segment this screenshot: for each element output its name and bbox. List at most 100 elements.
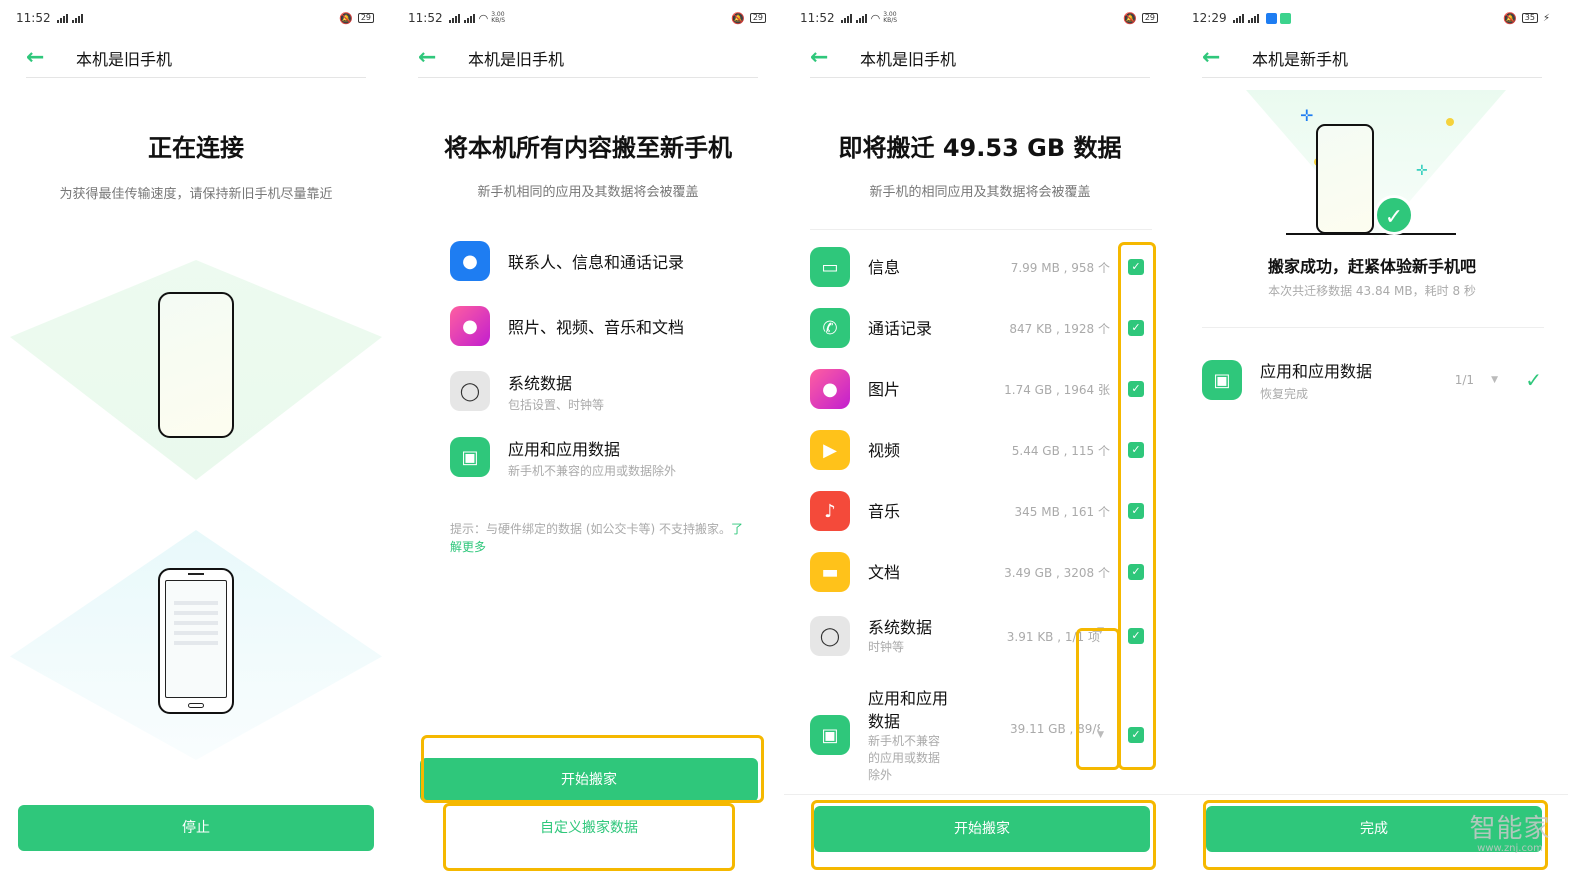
phone-icon: ✆ bbox=[810, 308, 850, 348]
new-phone-illustration bbox=[158, 568, 234, 714]
contact-icon: ● bbox=[450, 241, 490, 281]
highlight-box bbox=[1076, 628, 1120, 770]
network-speed: 3.00 KB/S bbox=[883, 11, 898, 24]
divider bbox=[1202, 327, 1544, 328]
highlight-box bbox=[443, 803, 735, 871]
success-title: 搬家成功，赶紧体验新手机吧 bbox=[1267, 257, 1476, 276]
hint-text: 提示：与硬件绑定的数据 (如公交卡等) 不支持搬家。了解更多 bbox=[450, 520, 744, 556]
chevron-down-icon[interactable]: ▼ bbox=[1491, 375, 1498, 385]
battery-icon: 29 bbox=[1141, 13, 1158, 23]
success-subtitle: 本次共迁移数据 43.84 MB，耗时 8 秒 bbox=[1268, 284, 1476, 298]
page-subtitle: 新手机的相同应用及其数据将会被覆盖 bbox=[869, 185, 1091, 200]
video-icon: ▶ bbox=[810, 430, 850, 470]
back-arrow-icon[interactable]: ← bbox=[810, 46, 846, 68]
signal-icon bbox=[463, 13, 476, 23]
option-label: 系统数据 bbox=[508, 373, 573, 393]
page-title: 正在连接 bbox=[148, 134, 244, 162]
list-item-music[interactable]: ♪ 音乐 345 MB , 161 个 ✓ bbox=[810, 483, 1152, 539]
screen-transfer-details: 11:52 ◠ 3.00 KB/S 🔕 29 ← 本机是旧手机 即将搬迁 49.… bbox=[784, 0, 1176, 887]
list-item-videos[interactable]: ▶ 视频 5.44 GB , 115 个 ✓ bbox=[810, 422, 1152, 478]
music-icon: ♪ bbox=[810, 491, 850, 531]
back-arrow-icon[interactable]: ← bbox=[1202, 46, 1238, 68]
settings-icon: ◯ bbox=[450, 371, 490, 411]
status-time: 12:29 bbox=[1192, 11, 1227, 25]
signal-icon bbox=[855, 13, 868, 23]
item-size: 5.44 GB , 115 个 bbox=[1011, 443, 1110, 458]
option-apps: ▣ 应用和应用数据 新手机不兼容的应用或数据除外 bbox=[450, 432, 764, 482]
mute-icon: 🔕 bbox=[339, 11, 353, 25]
network-speed: 3.00 KB/S bbox=[491, 11, 506, 24]
wifi-icon: ◠ bbox=[870, 11, 881, 25]
item-label: 应用和应用数据 bbox=[1260, 362, 1373, 381]
item-desc: 新手机不兼容的应用或数据除外 bbox=[868, 733, 941, 782]
screen-transfer-all: 11:52 ◠ 3.00 KB/S 🔕 29 ← 本机是旧手机 将本机所有内容搬… bbox=[392, 0, 784, 887]
header-title: 本机是旧手机 bbox=[76, 49, 173, 69]
divider bbox=[1176, 794, 1568, 795]
android-icon: ▣ bbox=[450, 437, 490, 477]
signal-icon bbox=[1247, 13, 1260, 23]
status-bar: 11:52 ◠ 3.00 KB/S 🔕 29 bbox=[800, 9, 1158, 27]
back-arrow-icon[interactable]: ← bbox=[26, 46, 62, 68]
list-item-call-log[interactable]: ✆ 通话记录 847 KB , 1928 个 ✓ bbox=[810, 300, 1152, 356]
stop-button[interactable]: 停止 bbox=[18, 805, 374, 851]
item-label: 应用和应用数据 bbox=[868, 688, 949, 731]
item-size: 3.49 GB , 3208 个 bbox=[1004, 565, 1110, 580]
status-bar: 11:52 🔕 29 bbox=[16, 9, 374, 27]
item-label: 通话记录 bbox=[868, 318, 933, 338]
back-arrow-icon[interactable]: ← bbox=[418, 46, 454, 68]
mute-icon: 🔕 bbox=[1503, 11, 1517, 25]
highlight-box bbox=[811, 800, 1156, 870]
item-size: 7.99 MB , 958 个 bbox=[1010, 260, 1110, 275]
page-subtitle: 新手机相同的应用及其数据将会被覆盖 bbox=[477, 185, 699, 200]
signal-icon bbox=[448, 13, 461, 23]
mute-icon: 🔕 bbox=[1123, 11, 1137, 25]
signal-icon bbox=[56, 13, 69, 23]
screen-connecting: 11:52 🔕 29 ← 本机是旧手机 正在连接 为获得最佳传输速度，请保持新旧… bbox=[0, 0, 392, 887]
signal-icon bbox=[71, 13, 84, 23]
gallery-icon: ● bbox=[450, 306, 490, 346]
watermark-logo: 智能家 www.znj.com bbox=[1460, 808, 1560, 854]
bluetooth-icon bbox=[1265, 12, 1277, 24]
list-item-photos[interactable]: ● 图片 1.74 GB , 1964 张 ✓ bbox=[810, 361, 1152, 417]
status-bar: 12:29 🔕 35 ⚡ bbox=[1192, 9, 1550, 27]
android-icon: ▣ bbox=[1202, 360, 1242, 400]
item-desc: 时钟等 bbox=[868, 640, 905, 654]
list-item-documents[interactable]: ▬ 文档 3.49 GB , 3208 个 ✓ bbox=[810, 544, 1152, 600]
item-desc: 恢复完成 bbox=[1260, 387, 1309, 401]
hint-body: 提示：与硬件绑定的数据 (如公交卡等) 不支持搬家。 bbox=[450, 522, 731, 536]
app-header: ← 本机是旧手机 bbox=[418, 38, 758, 78]
item-label: 系统数据 bbox=[868, 618, 933, 637]
watermark-text: 智能家 bbox=[1469, 814, 1551, 844]
signal-icon bbox=[1232, 13, 1245, 23]
header-title: 本机是旧手机 bbox=[468, 49, 565, 69]
android-icon: ▣ bbox=[810, 715, 850, 755]
done-check-icon: ✓ bbox=[1525, 368, 1542, 392]
divider bbox=[784, 794, 1176, 795]
new-phone-illustration bbox=[1316, 124, 1374, 234]
option-desc: 包括设置、时钟等 bbox=[508, 397, 605, 412]
item-label: 图片 bbox=[868, 379, 901, 399]
app-header: ← 本机是旧手机 bbox=[26, 38, 366, 78]
list-item-messages[interactable]: ▭ 信息 7.99 MB , 958 个 ✓ bbox=[810, 239, 1152, 295]
ground-line bbox=[1286, 233, 1456, 235]
item-label: 文档 bbox=[868, 562, 901, 582]
option-desc: 新手机不兼容的应用或数据除外 bbox=[508, 463, 677, 478]
sparkle-icon: ✛ bbox=[1300, 106, 1314, 125]
signal-icon bbox=[840, 13, 853, 23]
page-title: 将本机所有内容搬至新手机 bbox=[444, 134, 732, 162]
option-label: 联系人、信息和通话记录 bbox=[508, 253, 685, 272]
divider bbox=[810, 229, 1152, 230]
wifi-icon: ◠ bbox=[478, 11, 489, 25]
gallery-icon: ● bbox=[810, 369, 850, 409]
decor-dot bbox=[1446, 118, 1454, 126]
screen-transfer-complete: 12:29 🔕 35 ⚡ ← 本机是新手机 ✛ ✛ ✓ 搬家成功，赶紧体验新手机… bbox=[1176, 0, 1568, 887]
option-system-data: ◯ 系统数据 包括设置、时钟等 bbox=[450, 366, 764, 416]
page-title: 即将搬迁 49.53 GB 数据 bbox=[838, 134, 1122, 162]
item-size: 1.74 GB , 1964 张 bbox=[1004, 382, 1110, 397]
option-media: ● 照片、视频、音乐和文档 bbox=[450, 301, 764, 351]
app-notification-icon bbox=[1279, 12, 1291, 24]
success-check-icon: ✓ bbox=[1374, 195, 1414, 235]
item-count: 1/1 bbox=[1454, 373, 1474, 387]
item-size: 847 KB , 1928 个 bbox=[1009, 321, 1110, 336]
status-time: 11:52 bbox=[800, 11, 835, 25]
